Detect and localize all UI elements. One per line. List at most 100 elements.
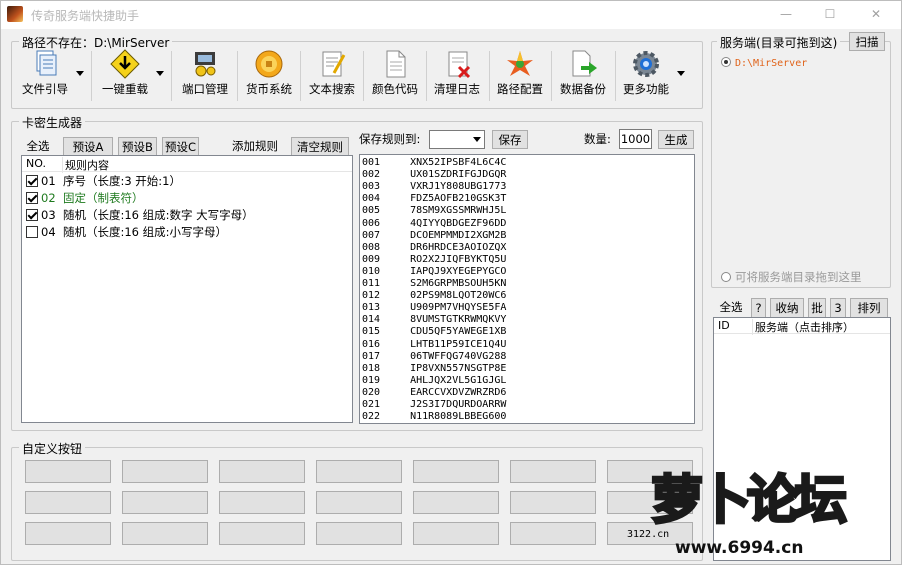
maximize-button[interactable]: ☐ <box>819 5 841 23</box>
clear-rules-button[interactable]: 清空规则 <box>291 137 349 157</box>
code-index: 019 <box>362 374 381 386</box>
code-value: J2S3I7DQURDOARRW <box>410 399 507 410</box>
code-value: N11R8089LBBEG600 <box>410 411 507 423</box>
data-backup-button[interactable]: 数据备份 <box>555 49 611 101</box>
rule-checkbox[interactable] <box>26 175 38 187</box>
code-row: 009 RO2X2JIQFBYKTQ5U <box>362 254 506 266</box>
drag-hint-option[interactable]: 可将服务端目录拖到这里 <box>721 269 862 285</box>
custom-button[interactable] <box>122 460 208 483</box>
file-guide-button[interactable]: 文件引导 <box>19 49 71 101</box>
preset-c-button[interactable]: 预设C <box>162 137 199 157</box>
batch-button[interactable]: 批 <box>808 298 826 318</box>
custom-button[interactable] <box>510 460 596 483</box>
code-value: IP8VXN557NSGTP8E <box>410 362 507 374</box>
code-index: 017 <box>362 350 381 362</box>
server-select-all-button[interactable]: 全选 <box>716 298 746 316</box>
custom-button[interactable] <box>413 522 499 545</box>
custom-button[interactable] <box>316 460 402 483</box>
code-row: 004 FDZ5AOFB210GSK3T <box>362 193 506 205</box>
generated-codes-output[interactable]: 001 XNX52IPSBF4L6C4C 002 UX01SZDRIFGJDGQR 00… <box>359 154 695 424</box>
toolbar-separator <box>363 51 364 101</box>
col-no-header[interactable]: NO. <box>26 157 46 170</box>
one-key-reload-button[interactable]: 一键重载 <box>98 49 152 101</box>
code-index: 001 <box>362 157 381 168</box>
code-value: 8VUMSTGTKRWMQKVY <box>410 314 507 326</box>
path-config-button[interactable]: 路径配置 <box>492 49 548 101</box>
custom-buttons-title: 自定义按钮 <box>19 440 86 457</box>
reload-dropdown-icon[interactable] <box>156 71 164 76</box>
rule-checkbox[interactable] <box>26 226 38 238</box>
add-rule-button[interactable]: 添加规则 <box>227 137 283 155</box>
col-server-header[interactable]: 服务端（点击排序） <box>752 319 854 335</box>
rule-row[interactable]: 01 序号（长度:3 开始:1） <box>26 173 181 190</box>
rule-row[interactable]: 04 随机（长度:16 组成:小写字母） <box>26 224 227 241</box>
arrange-button[interactable]: 排列 <box>850 298 888 318</box>
rule-checkbox[interactable] <box>26 209 38 221</box>
rule-checkbox[interactable] <box>26 192 38 204</box>
code-value: 78SM9XGSSMRWHJ5L <box>410 205 507 217</box>
custom-button[interactable] <box>316 522 402 545</box>
toolbar-separator <box>300 51 301 101</box>
text-search-button[interactable]: 文本搜索 <box>304 49 360 101</box>
generate-button[interactable]: 生成 <box>658 130 694 149</box>
code-index: 006 <box>362 217 381 229</box>
col-rule-header[interactable]: 规则内容 <box>62 157 109 173</box>
currency-system-button[interactable]: 货币系统 <box>241 49 297 101</box>
custom-button[interactable] <box>219 460 305 483</box>
preset-b-button[interactable]: 预设B <box>118 137 157 157</box>
minimize-button[interactable]: — <box>775 5 797 23</box>
count-label: 数量: <box>584 132 611 146</box>
path-config-label: 路径配置 <box>497 82 543 96</box>
rule-row[interactable]: 03 随机（长度:16 组成:数字 大写字母） <box>26 207 254 224</box>
gear-icon <box>633 51 659 77</box>
custom-button[interactable] <box>413 460 499 483</box>
server-radio[interactable] <box>721 57 731 67</box>
help-button[interactable]: ? <box>751 298 766 318</box>
code-index: 010 <box>362 265 381 277</box>
preset-a-button[interactable]: 预设A <box>63 137 113 157</box>
code-index: 007 <box>362 229 381 241</box>
scan-button[interactable]: 扫描 <box>849 32 885 51</box>
code-row: 011 S2M6GRPMBSOUH5KN <box>362 278 506 290</box>
code-index: 015 <box>362 326 381 338</box>
rules-select-all-button[interactable]: 全选 <box>21 137 55 155</box>
col-id-header[interactable]: ID <box>718 319 730 332</box>
custom-button[interactable] <box>413 491 499 514</box>
custom-button[interactable] <box>510 491 596 514</box>
file-guide-dropdown-icon[interactable] <box>76 71 84 76</box>
clean-log-button[interactable]: 清理日志 <box>429 49 485 101</box>
reload-warning-icon <box>110 49 140 79</box>
custom-button[interactable] <box>122 491 208 514</box>
drag-radio[interactable] <box>721 272 731 282</box>
custom-button[interactable] <box>25 460 111 483</box>
custom-button[interactable] <box>219 491 305 514</box>
code-index: 008 <box>362 241 381 253</box>
count-input[interactable]: 1000 <box>619 129 652 149</box>
port-manage-button[interactable]: 端口管理 <box>177 49 233 101</box>
rule-row[interactable]: 02 固定（制表符） <box>26 190 143 207</box>
code-row: 020 EARCCVXDVZWRZRD6 <box>362 387 506 399</box>
color-code-button[interactable]: 颜色代码 <box>367 49 423 101</box>
code-row: 019 AHLJQX2VL5G1GJGL <box>362 375 506 387</box>
custom-button[interactable] <box>25 522 111 545</box>
more-functions-dropdown-icon[interactable] <box>677 71 685 76</box>
code-index: 020 <box>362 386 381 398</box>
rules-list[interactable]: NO. 规则内容 01 序号（长度:3 开始:1） 02 固定（制表符） 03 … <box>21 155 353 423</box>
custom-button[interactable] <box>316 491 402 514</box>
code-index: 014 <box>362 314 381 326</box>
code-index: 011 <box>362 278 381 289</box>
more-functions-button[interactable]: 更多功能 <box>618 49 674 101</box>
save-rule-button[interactable]: 保存 <box>492 130 528 149</box>
code-value: LHTB11P59ICE1Q4U <box>410 338 507 350</box>
code-value: AHLJQX2VL5G1GJGL <box>410 374 507 386</box>
custom-button[interactable] <box>510 522 596 545</box>
collect-button[interactable]: 收纳 <box>770 298 804 318</box>
custom-button[interactable] <box>219 522 305 545</box>
code-value: 4QIYYQBDGEZF96DD <box>410 217 507 229</box>
rules-list-header: NO. 规则内容 <box>22 156 352 173</box>
custom-button[interactable] <box>122 522 208 545</box>
close-button[interactable]: ✕ <box>865 5 887 23</box>
custom-button[interactable] <box>25 491 111 514</box>
save-rule-select[interactable] <box>429 130 485 149</box>
server-option-selected[interactable]: D:\MirServer <box>721 57 807 69</box>
